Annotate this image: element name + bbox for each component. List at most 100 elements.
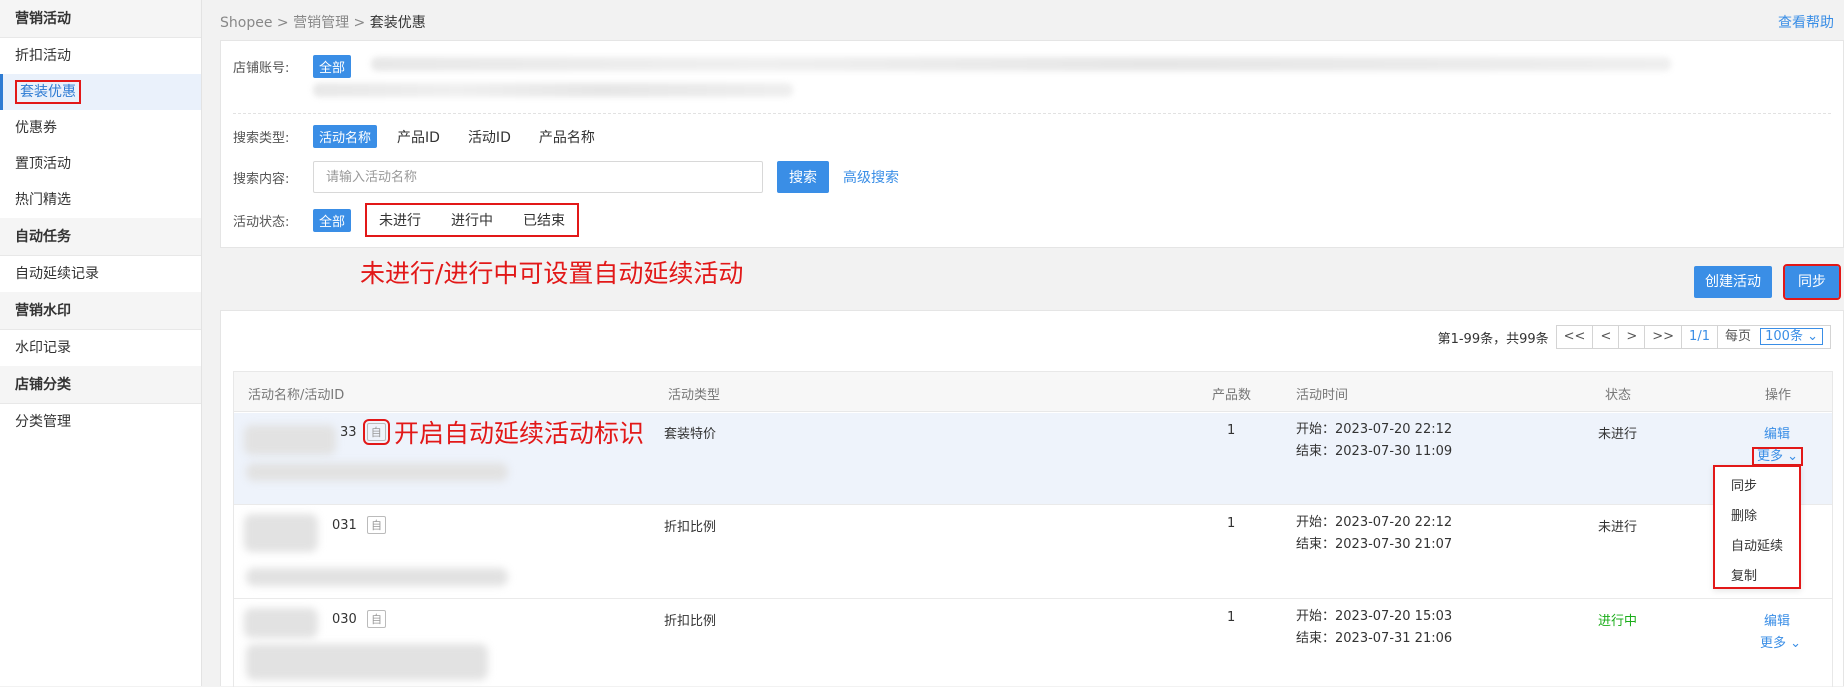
sidebar-item-auto-renew-log[interactable]: 自动延续记录	[0, 256, 201, 292]
help-link[interactable]: 查看帮助	[1778, 12, 1834, 32]
sidebar-group-auto-tasks: 自动任务	[0, 218, 201, 256]
activity-id-cell: 030 自	[332, 610, 386, 628]
more-button[interactable]: 更多 ⌄	[1752, 445, 1804, 466]
activity-name-blurred	[246, 463, 508, 481]
edit-link[interactable]: 编辑	[1764, 423, 1790, 442]
activity-time: 开始：2023-07-20 22:12 结束：2023-07-30 21:07	[1296, 512, 1452, 556]
activity-id-cell: 33 自	[340, 419, 390, 445]
search-type-activity-name[interactable]: 活动名称	[313, 125, 378, 148]
account-list-blurred	[371, 57, 1671, 71]
chevron-down-icon: ⌄	[1790, 636, 1802, 651]
breadcrumb-root[interactable]: Shopee	[220, 15, 272, 31]
activity-id-suffix: 030	[332, 612, 357, 627]
activity-name-blurred	[244, 608, 318, 638]
sidebar-group-watermark: 营销水印	[0, 292, 201, 330]
end-time: 结束：2023-07-30 21:07	[1296, 537, 1453, 552]
status-options-highlight: 未进行 进行中 已结束	[365, 203, 580, 237]
sidebar-item-voucher[interactable]: 优惠券	[0, 110, 201, 146]
status-badge: 进行中	[1598, 614, 1638, 629]
end-time: 结束：2023-07-30 11:09	[1296, 444, 1453, 459]
col-type: 活动类型	[668, 388, 721, 403]
activity-name-blurred	[244, 425, 336, 455]
col-name-id: 活动名称/活动ID	[248, 388, 345, 403]
activity-name-blurred	[244, 514, 318, 552]
search-type-product-name[interactable]: 产品名称	[539, 127, 595, 147]
account-list-blurred	[313, 83, 793, 97]
more-button-label: 更多 ⌄	[1752, 447, 1804, 466]
edit-link[interactable]: 编辑	[1764, 610, 1790, 629]
pager-per-page-label: 每页 100条 ⌄	[1716, 325, 1831, 349]
end-time: 结束：2023-07-31 21:06	[1296, 631, 1453, 646]
status-badge: 未进行	[1598, 427, 1638, 442]
activity-id-suffix: 33	[340, 425, 357, 440]
pager-next[interactable]: >	[1618, 325, 1646, 349]
menu-item-sync[interactable]: 同步	[1715, 472, 1799, 502]
breadcrumb-level2[interactable]: 营销管理	[293, 15, 349, 31]
sidebar-item-hot-picks[interactable]: 热门精选	[0, 182, 201, 218]
activity-time: 开始：2023-07-20 22:12 结束：2023-07-30 11:09	[1296, 419, 1452, 463]
col-status: 状态	[1605, 388, 1632, 403]
sidebar-group-shop-category: 店铺分类	[0, 366, 201, 404]
edit-link-text: 编辑	[1764, 427, 1791, 442]
chevron-down-icon: ⌄	[1807, 329, 1818, 344]
breadcrumb-sep: >	[353, 15, 366, 31]
sidebar-item-watermark-log[interactable]: 水印记录	[0, 330, 201, 366]
status-all-tag[interactable]: 全部	[313, 208, 352, 232]
menu-item-delete[interactable]: 删除	[1715, 502, 1799, 532]
product-count: 1	[1227, 516, 1236, 531]
auto-renew-tag: 自	[362, 419, 390, 445]
auto-renew-tag: 自	[366, 610, 386, 628]
search-content-label: 搜索内容:	[233, 171, 290, 187]
search-type-activity-id[interactable]: 活动ID	[468, 127, 511, 147]
table-header: 活动名称/活动ID 活动类型 产品数 活动时间 状态 操作	[234, 372, 1832, 412]
start-time: 开始：2023-07-20 22:12	[1296, 422, 1453, 437]
account-all-tag[interactable]: 全部	[313, 55, 352, 78]
activity-time: 开始：2023-07-20 15:03 结束：2023-07-31 21:06	[1296, 606, 1452, 650]
search-type-label: 搜索类型:	[233, 131, 290, 146]
search-type-product-id[interactable]: 产品ID	[397, 127, 440, 147]
activity-name-blurred	[246, 644, 488, 680]
sidebar-item-bundle[interactable]: 套装优惠	[0, 74, 201, 110]
more-button[interactable]: 更多 ⌄	[1760, 632, 1801, 651]
more-dropdown-menu: 同步 删除 自动延续 复制	[1713, 465, 1801, 589]
sidebar-item-category-mgmt[interactable]: 分类管理	[0, 404, 201, 440]
activity-table: 活动名称/活动ID 活动类型 产品数 活动时间 状态 操作 33 自 开启自动延…	[233, 371, 1833, 687]
sidebar-item-discount[interactable]: 折扣活动	[0, 38, 201, 74]
search-button[interactable]: 搜索	[777, 161, 829, 193]
main-content: Shopee > 营销管理 > 套装优惠 查看帮助 店铺账号: 全部 搜索类型:…	[220, 0, 1844, 687]
menu-item-auto-renew[interactable]: 自动延续	[1715, 532, 1799, 562]
pager-first[interactable]: <<	[1555, 325, 1594, 349]
per-page-select[interactable]: 100条 ⌄	[1760, 328, 1823, 345]
breadcrumb: Shopee > 营销管理 > 套装优惠	[220, 12, 426, 32]
sidebar: 营销活动 折扣活动 套装优惠 优惠券 置顶活动 热门精选 自动任务 自动延续记录…	[0, 0, 202, 686]
per-page-value: 100条	[1765, 329, 1803, 344]
col-count: 产品数	[1212, 388, 1252, 403]
more-label: 更多	[1757, 449, 1784, 464]
annotation-tag-note: 开启自动延续活动标识	[394, 419, 645, 448]
status-ongoing[interactable]: 进行中	[451, 210, 493, 230]
more-label: 更多	[1760, 636, 1787, 651]
auto-renew-tag: 自	[366, 516, 386, 534]
table-row: 030 自 折扣比例 1 开始：2023-07-20 15:03 结束：2023…	[234, 600, 1832, 687]
create-activity-button[interactable]: 创建活动	[1694, 266, 1772, 298]
status-badge: 未进行	[1598, 520, 1638, 535]
filter-panel: 店铺账号: 全部 搜索类型: 活动名称 产品ID 活动ID 产品名称 搜索内容:…	[220, 40, 1844, 248]
pager-prev[interactable]: <	[1592, 325, 1620, 349]
activity-table-card: 第1-99条，共99条 << < > >> 1/1 每页 100条 ⌄ 活动名称…	[220, 310, 1844, 687]
pager-last[interactable]: >>	[1644, 325, 1683, 349]
pager-page: 1/1	[1681, 325, 1718, 349]
advanced-search-link[interactable]: 高级搜索	[843, 167, 899, 187]
table-row: 33 自 开启自动延续活动标识 套装特价 1 开始：2023-07-20 22:…	[234, 413, 1832, 505]
more-button-label: 更多 ⌄	[1760, 636, 1801, 651]
edit-link-text: 编辑	[1764, 614, 1791, 629]
sidebar-group-marketing: 营销活动	[0, 0, 201, 38]
search-input[interactable]	[313, 161, 763, 193]
sidebar-item-bundle-label: 套装优惠	[15, 80, 81, 104]
status-not-started[interactable]: 未进行	[379, 210, 421, 230]
status-ended[interactable]: 已结束	[523, 210, 565, 230]
sync-button[interactable]: 同步	[1783, 264, 1841, 300]
col-time: 活动时间	[1296, 388, 1349, 403]
menu-item-copy[interactable]: 复制	[1715, 562, 1799, 592]
pager-summary: 第1-99条，共99条	[1437, 331, 1549, 347]
sidebar-item-top-picks[interactable]: 置顶活动	[0, 146, 201, 182]
